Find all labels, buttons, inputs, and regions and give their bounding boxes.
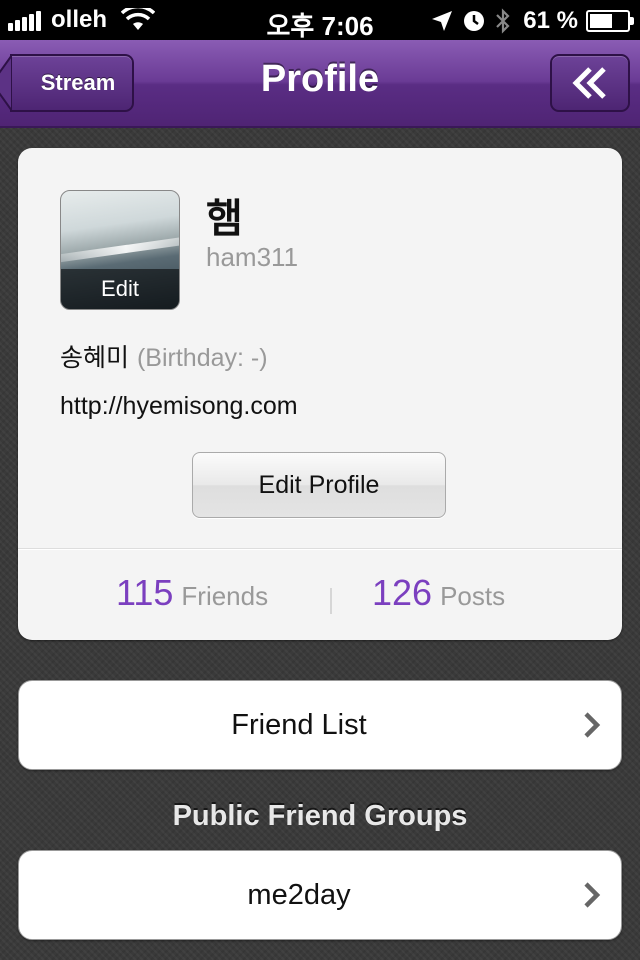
friend-group-label: me2day bbox=[247, 879, 351, 911]
posts-count: 126 bbox=[372, 572, 433, 613]
friend-list-label: Friend List bbox=[231, 709, 367, 741]
posts-stat[interactable]: 126 Posts bbox=[372, 572, 505, 614]
profile-card: Edit 햄 ham311 송혜미 (Birthday: -) http://h… bbox=[18, 148, 622, 640]
location-icon bbox=[432, 11, 453, 31]
friends-label: Friends bbox=[181, 581, 269, 611]
alarm-icon bbox=[464, 11, 485, 31]
page-title: Profile bbox=[260, 58, 380, 100]
display-name: 햄 bbox=[206, 196, 243, 242]
chevron-right-icon bbox=[584, 712, 601, 738]
real-name: 송혜미 bbox=[60, 343, 130, 372]
edit-profile-button[interactable]: Edit Profile bbox=[192, 452, 446, 518]
real-name-line: 송혜미 (Birthday: -) bbox=[60, 338, 268, 374]
birthday: (Birthday: -) bbox=[136, 344, 268, 372]
username: ham311 bbox=[206, 242, 299, 272]
public-friend-groups-header: Public Friend Groups bbox=[172, 800, 468, 832]
bluetooth-icon bbox=[496, 8, 510, 34]
avatar-edit-label[interactable]: Edit bbox=[61, 269, 179, 309]
battery-icon bbox=[586, 10, 634, 32]
stats-separator bbox=[330, 588, 332, 614]
friends-count: 115 bbox=[116, 572, 174, 613]
double-chevron-left-icon bbox=[572, 67, 606, 99]
nav-bar: Stream Profile bbox=[0, 40, 640, 128]
friend-group-row[interactable]: me2day bbox=[18, 850, 622, 940]
status-right: 61 % bbox=[421, 7, 634, 35]
chevron-right-icon bbox=[584, 882, 601, 908]
friend-list-row[interactable]: Friend List bbox=[18, 680, 622, 770]
menu-button[interactable] bbox=[550, 54, 630, 112]
website-link[interactable]: http://hyemisong.com bbox=[60, 392, 298, 421]
posts-label: Posts bbox=[440, 581, 506, 611]
avatar-photo-detail bbox=[61, 234, 179, 264]
card-divider bbox=[18, 548, 622, 550]
battery-percent: 61 % bbox=[523, 7, 578, 34]
battery-fill bbox=[590, 14, 612, 28]
status-bar: olleh 오후 7:06 61 % bbox=[0, 0, 640, 41]
avatar[interactable]: Edit bbox=[60, 190, 180, 310]
friends-stat[interactable]: 115 Friends bbox=[116, 572, 268, 614]
